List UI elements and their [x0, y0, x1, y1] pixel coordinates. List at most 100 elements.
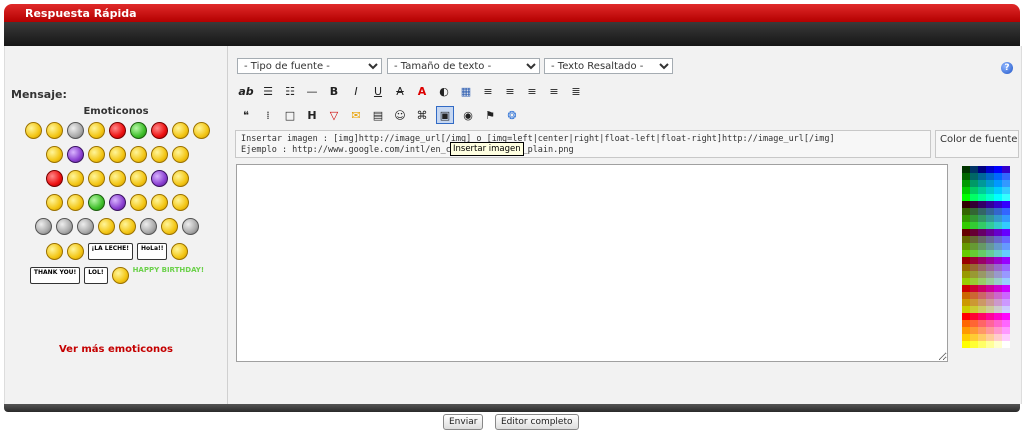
sign-holder-emoticon[interactable] — [171, 243, 189, 260]
la-leche-sign-emoticon[interactable]: ¡LA LECHE! — [87, 243, 133, 260]
table-icon[interactable]: ▤ — [370, 107, 386, 123]
color-swatch[interactable] — [978, 187, 986, 194]
spin-emoticon[interactable] — [182, 218, 199, 235]
color-swatch[interactable] — [970, 215, 978, 222]
color-swatch[interactable] — [962, 222, 970, 229]
send-button[interactable]: Enviar — [443, 414, 484, 430]
color-swatch[interactable] — [962, 306, 970, 313]
font-ab-icon[interactable]: ab — [238, 83, 254, 99]
color-swatch[interactable] — [994, 180, 1002, 187]
color-swatch[interactable] — [986, 327, 994, 334]
color-swatch[interactable] — [994, 215, 1002, 222]
color-swatch[interactable] — [962, 187, 970, 194]
green-emoticon[interactable] — [87, 194, 105, 211]
align-left-icon[interactable]: ≡ — [480, 83, 496, 99]
full-editor-button[interactable]: Editor completo — [495, 414, 579, 430]
color-swatch[interactable] — [1002, 285, 1010, 292]
color-swatch[interactable] — [994, 299, 1002, 306]
color-swatch[interactable] — [970, 334, 978, 341]
color-swatch[interactable] — [986, 299, 994, 306]
color-swatch[interactable] — [970, 285, 978, 292]
color-swatch[interactable] — [970, 201, 978, 208]
color-swatch[interactable] — [962, 250, 970, 257]
color-swatch[interactable] — [986, 271, 994, 278]
color-swatch[interactable] — [994, 341, 1002, 348]
color-swatch[interactable] — [1002, 320, 1010, 327]
color-swatch[interactable] — [970, 292, 978, 299]
color-swatch[interactable] — [986, 313, 994, 320]
color-swatch[interactable] — [970, 257, 978, 264]
grin-emoticon[interactable] — [66, 146, 84, 163]
color-swatch[interactable] — [994, 264, 1002, 271]
color-swatch[interactable] — [978, 341, 986, 348]
glasses-emoticon[interactable] — [108, 146, 126, 163]
color-swatch[interactable] — [986, 180, 994, 187]
smirk-emoticon[interactable] — [171, 146, 189, 163]
color-swatch[interactable] — [986, 236, 994, 243]
shy-emoticon[interactable] — [45, 194, 63, 211]
color-swatch[interactable] — [962, 271, 970, 278]
color-swatch[interactable] — [978, 208, 986, 215]
party-emoticon[interactable] — [111, 267, 129, 284]
color-swatch[interactable] — [994, 271, 1002, 278]
sleepy-emoticon[interactable] — [66, 122, 84, 139]
lol-sign-emoticon[interactable]: LOL! — [84, 267, 108, 284]
color-swatch[interactable] — [986, 194, 994, 201]
angry-emoticon[interactable] — [108, 122, 126, 139]
color-swatch[interactable] — [962, 257, 970, 264]
color-swatch[interactable] — [978, 180, 986, 187]
color-swatch[interactable] — [1002, 194, 1010, 201]
color-swatch[interactable] — [986, 208, 994, 215]
color-swatch[interactable] — [986, 334, 994, 341]
color-swatch[interactable] — [978, 236, 986, 243]
color-swatch[interactable] — [978, 285, 986, 292]
spoiler-icon[interactable]: ▽ — [326, 107, 342, 123]
tongue-emoticon[interactable] — [192, 122, 210, 139]
color-swatch[interactable] — [986, 278, 994, 285]
color-swatch[interactable] — [970, 194, 978, 201]
color-swatch[interactable] — [978, 201, 986, 208]
wink-emoticon[interactable] — [171, 122, 189, 139]
glance-emoticon[interactable] — [108, 170, 126, 187]
color-swatch[interactable] — [978, 243, 986, 250]
more-emoticons-link[interactable]: Ver más emoticonos — [5, 344, 227, 355]
color-swatch[interactable] — [978, 292, 986, 299]
color-swatch[interactable] — [1002, 306, 1010, 313]
color-swatch[interactable] — [1002, 208, 1010, 215]
gradient-icon[interactable]: ▦ — [458, 83, 474, 99]
color-swatch[interactable] — [978, 271, 986, 278]
color-swatch[interactable] — [962, 264, 970, 271]
highlight-icon[interactable]: ◐ — [436, 83, 452, 99]
question-emoticon[interactable] — [150, 146, 168, 163]
color-swatch[interactable] — [978, 327, 986, 334]
align-right-icon[interactable]: ≡ — [524, 83, 540, 99]
color-swatch[interactable] — [994, 313, 1002, 320]
color-swatch[interactable] — [978, 306, 986, 313]
color-swatch[interactable] — [962, 313, 970, 320]
color-swatch[interactable] — [970, 313, 978, 320]
flash-icon[interactable]: ⚑ — [482, 107, 498, 123]
heading-icon[interactable]: H — [304, 107, 320, 123]
color-swatch[interactable] — [986, 222, 994, 229]
color-swatch[interactable] — [970, 327, 978, 334]
color-swatch[interactable] — [986, 215, 994, 222]
color-swatch[interactable] — [986, 320, 994, 327]
align-center-icon[interactable]: ≡ — [502, 83, 518, 99]
joke-emoticon[interactable] — [77, 218, 94, 235]
color-swatch[interactable] — [1002, 264, 1010, 271]
color-swatch[interactable] — [1002, 166, 1010, 173]
color-swatch[interactable] — [994, 327, 1002, 334]
yellow-emoticon[interactable] — [119, 218, 136, 235]
indent-icon[interactable]: ≣ — [568, 83, 584, 99]
color-swatch[interactable] — [962, 229, 970, 236]
color-swatch[interactable] — [970, 341, 978, 348]
bold-icon[interactable]: B — [326, 83, 342, 99]
color-swatch[interactable] — [978, 334, 986, 341]
color-swatch[interactable] — [994, 173, 1002, 180]
color-swatch[interactable] — [978, 194, 986, 201]
wave-emoticon[interactable] — [66, 194, 84, 211]
color-swatch[interactable] — [962, 236, 970, 243]
color-swatch[interactable] — [994, 243, 1002, 250]
font-color-icon[interactable]: A — [414, 83, 430, 99]
group-emoticon[interactable] — [45, 243, 63, 260]
